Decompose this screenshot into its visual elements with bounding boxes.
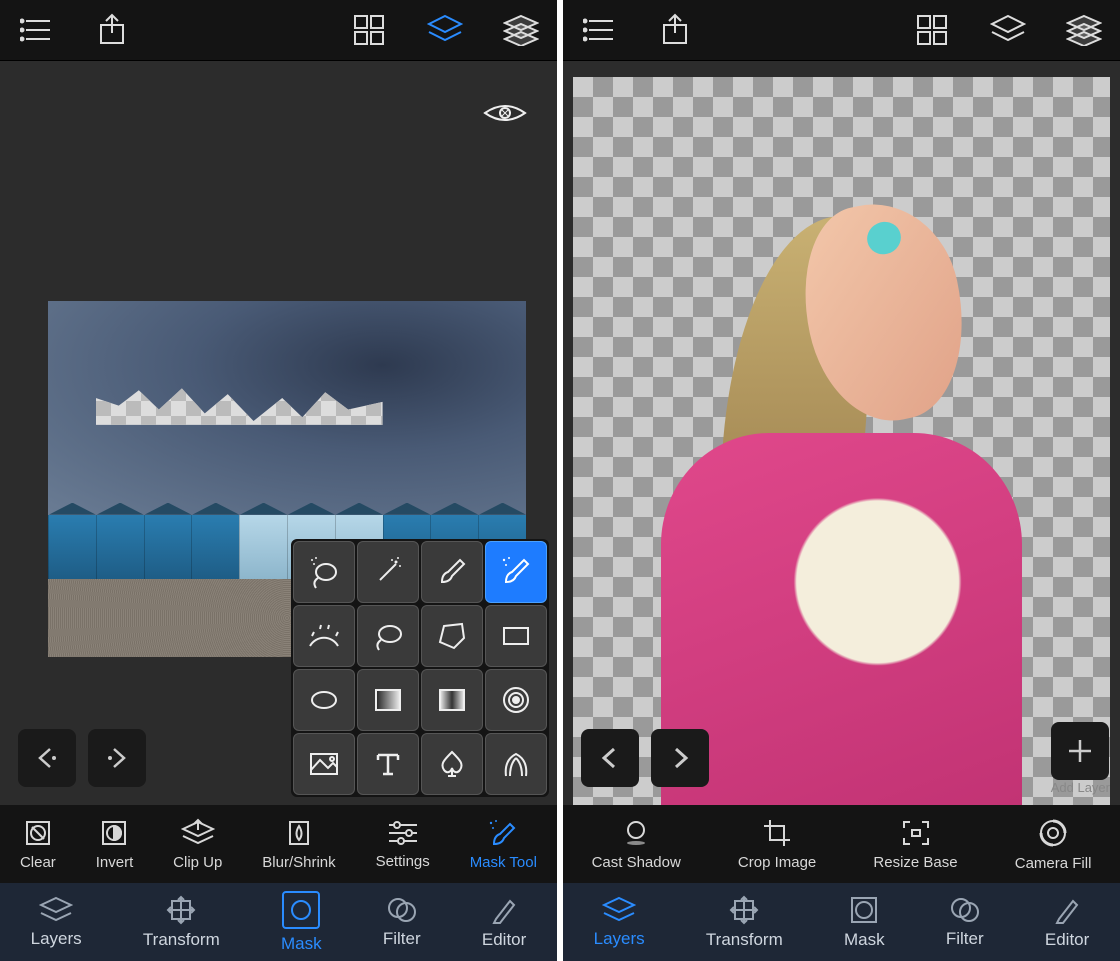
share-icon[interactable]: [657, 12, 693, 48]
magic-brush-icon[interactable]: [485, 541, 547, 603]
masked-region: [96, 386, 383, 424]
history-nav: [18, 729, 146, 787]
text-icon[interactable]: [357, 733, 419, 795]
list-icon[interactable]: [581, 12, 617, 48]
arc-icon[interactable]: [293, 605, 355, 667]
hair-icon[interactable]: [485, 733, 547, 795]
undo-button[interactable]: [581, 729, 639, 787]
midbar-right: Cast Shadow Crop Image Resize Base Camer…: [563, 805, 1120, 883]
masktool-button[interactable]: Mask Tool: [470, 818, 537, 871]
pane-left: Clear Invert Clip Up Blur/Shrink Setting…: [0, 0, 557, 961]
tab-transform[interactable]: Transform: [700, 891, 789, 954]
subject-cutout: [627, 164, 1057, 805]
gradient-vert-icon[interactable]: [357, 669, 419, 731]
undo-button[interactable]: [18, 729, 76, 787]
layer-image[interactable]: [573, 77, 1110, 805]
topbar: [563, 0, 1120, 61]
mask-tool-grid: [291, 539, 549, 797]
spade-icon[interactable]: [421, 733, 483, 795]
layers-outline-icon[interactable]: [427, 12, 463, 48]
brush-icon[interactable]: [421, 541, 483, 603]
grid-icon[interactable]: [914, 12, 950, 48]
polygon-icon[interactable]: [421, 605, 483, 667]
tab-mask[interactable]: Mask: [838, 891, 891, 954]
blurshrink-button[interactable]: Blur/Shrink: [262, 818, 335, 871]
grid-icon[interactable]: [351, 12, 387, 48]
bottombar-right: Layers Transform Mask Filter Editor: [563, 883, 1120, 961]
topbar: [0, 0, 557, 61]
cropimage-button[interactable]: Crop Image: [738, 818, 816, 871]
invert-button[interactable]: Invert: [96, 818, 134, 871]
radial-icon[interactable]: [485, 669, 547, 731]
tab-transform[interactable]: Transform: [137, 891, 226, 954]
tab-editor[interactable]: Editor: [1039, 891, 1095, 954]
tab-editor[interactable]: Editor: [476, 891, 532, 954]
list-icon[interactable]: [18, 12, 54, 48]
canvas-area-left[interactable]: [0, 61, 557, 805]
magic-lasso-icon[interactable]: [293, 541, 355, 603]
resizebase-button[interactable]: Resize Base: [873, 818, 957, 871]
camerafill-button[interactable]: Camera Fill: [1015, 817, 1092, 872]
midbar-left: Clear Invert Clip Up Blur/Shrink Setting…: [0, 805, 557, 883]
rectangle-icon[interactable]: [485, 605, 547, 667]
layers-stack-icon[interactable]: [1066, 12, 1102, 48]
clipup-button[interactable]: Clip Up: [173, 818, 222, 871]
pane-right: Add Layer Cast Shadow Crop Image Resize …: [563, 0, 1120, 961]
gradient-horiz-icon[interactable]: [421, 669, 483, 731]
clear-button[interactable]: Clear: [20, 818, 56, 871]
add-layer-button[interactable]: Add Layer: [1051, 722, 1110, 795]
bottombar-left: Layers Transform Mask Filter Editor: [0, 883, 557, 961]
tab-filter[interactable]: Filter: [940, 892, 990, 953]
redo-button[interactable]: [651, 729, 709, 787]
redo-button[interactable]: [88, 729, 146, 787]
layers-outline-icon[interactable]: [990, 12, 1026, 48]
layers-stack-icon[interactable]: [503, 12, 539, 48]
lasso-icon[interactable]: [357, 605, 419, 667]
canvas-area-right[interactable]: Add Layer: [563, 61, 1120, 805]
image-icon[interactable]: [293, 733, 355, 795]
tab-layers[interactable]: Layers: [25, 892, 88, 953]
share-icon[interactable]: [94, 12, 130, 48]
history-nav: [581, 729, 709, 787]
tab-layers[interactable]: Layers: [588, 892, 651, 953]
castshadow-button[interactable]: Cast Shadow: [592, 818, 681, 871]
tab-filter[interactable]: Filter: [377, 892, 427, 953]
magic-wand-icon[interactable]: [357, 541, 419, 603]
ellipse-icon[interactable]: [293, 669, 355, 731]
tab-mask[interactable]: Mask: [275, 887, 328, 958]
settings-button[interactable]: Settings: [376, 819, 430, 870]
visibility-icon[interactable]: [483, 99, 527, 127]
